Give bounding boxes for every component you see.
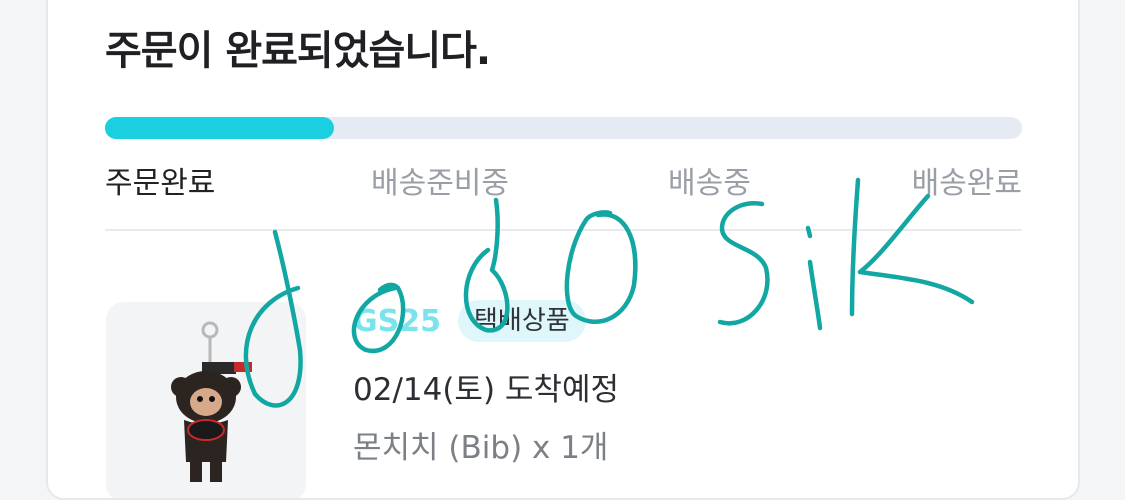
step-preparing: 배송준비중 (371, 166, 509, 201)
delivery-type-badge: 택배상품 (458, 300, 586, 342)
divider (105, 229, 1022, 231)
product-thumbnail[interactable] (106, 302, 306, 498)
arrival-date: 02/14(토) 도착예정 (353, 372, 619, 408)
order-card: 주문이 완료되었습니다. 주문완료 배송준비중 배송중 배송완료 GS25 택배… (46, 0, 1080, 500)
step-in-transit: 배송중 (668, 166, 751, 201)
page-title: 주문이 완료되었습니다. (105, 28, 491, 74)
step-order-complete: 주문완료 (105, 166, 216, 201)
step-delivered: 배송완료 (911, 166, 1022, 201)
store-brand: GS25 (353, 304, 441, 339)
product-name[interactable]: 몬치치 (Bib) x 1개 (353, 422, 608, 467)
plush-doll-keychain-icon (171, 321, 252, 482)
order-progress-bar (105, 117, 1022, 139)
order-steps: 주문완료 배송준비중 배송중 배송완료 (105, 158, 1022, 201)
order-progress-fill (105, 117, 334, 139)
